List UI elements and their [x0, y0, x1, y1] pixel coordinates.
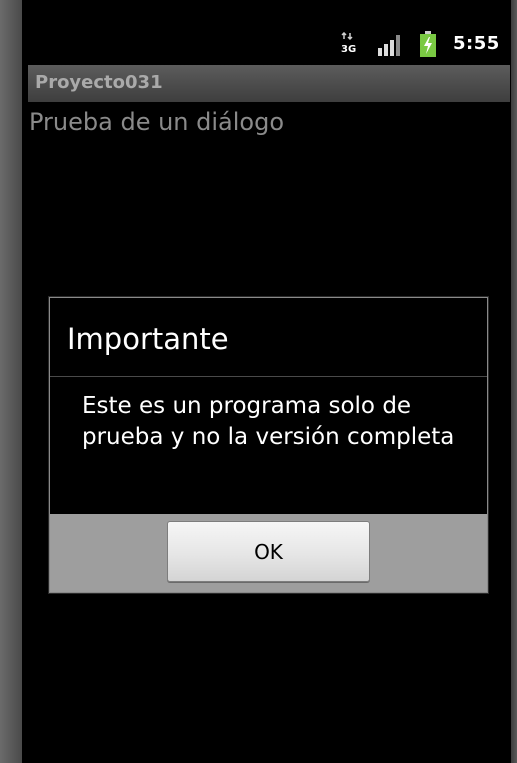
- network-label: 3G: [341, 44, 356, 54]
- status-clock: 5:55: [453, 33, 500, 54]
- app-title-bar: Proyecto031: [28, 65, 510, 102]
- dialog-button-bar: OK: [50, 514, 487, 592]
- alert-dialog: Importante Este es un programa solo de p…: [49, 297, 488, 593]
- dialog-divider: [50, 376, 487, 377]
- signal-strength-icon: [378, 35, 400, 56]
- emulator-frame: 3G 5:55 Proyecto031 Prueba de un diálogo…: [0, 0, 517, 763]
- 3g-network-icon: 3G: [341, 32, 356, 54]
- dialog-title: Importante: [67, 322, 229, 356]
- dialog-message: Este es un programa solo de prueba y no …: [82, 393, 455, 450]
- battery-charging-icon: [420, 31, 436, 57]
- device-screen: 3G 5:55 Proyecto031 Prueba de un diálogo…: [22, 18, 511, 763]
- ok-button[interactable]: OK: [167, 521, 370, 582]
- app-title: Proyecto031: [35, 72, 163, 93]
- status-bar: 3G 5:55: [22, 18, 511, 65]
- content-text-view: Prueba de un diálogo: [29, 108, 285, 136]
